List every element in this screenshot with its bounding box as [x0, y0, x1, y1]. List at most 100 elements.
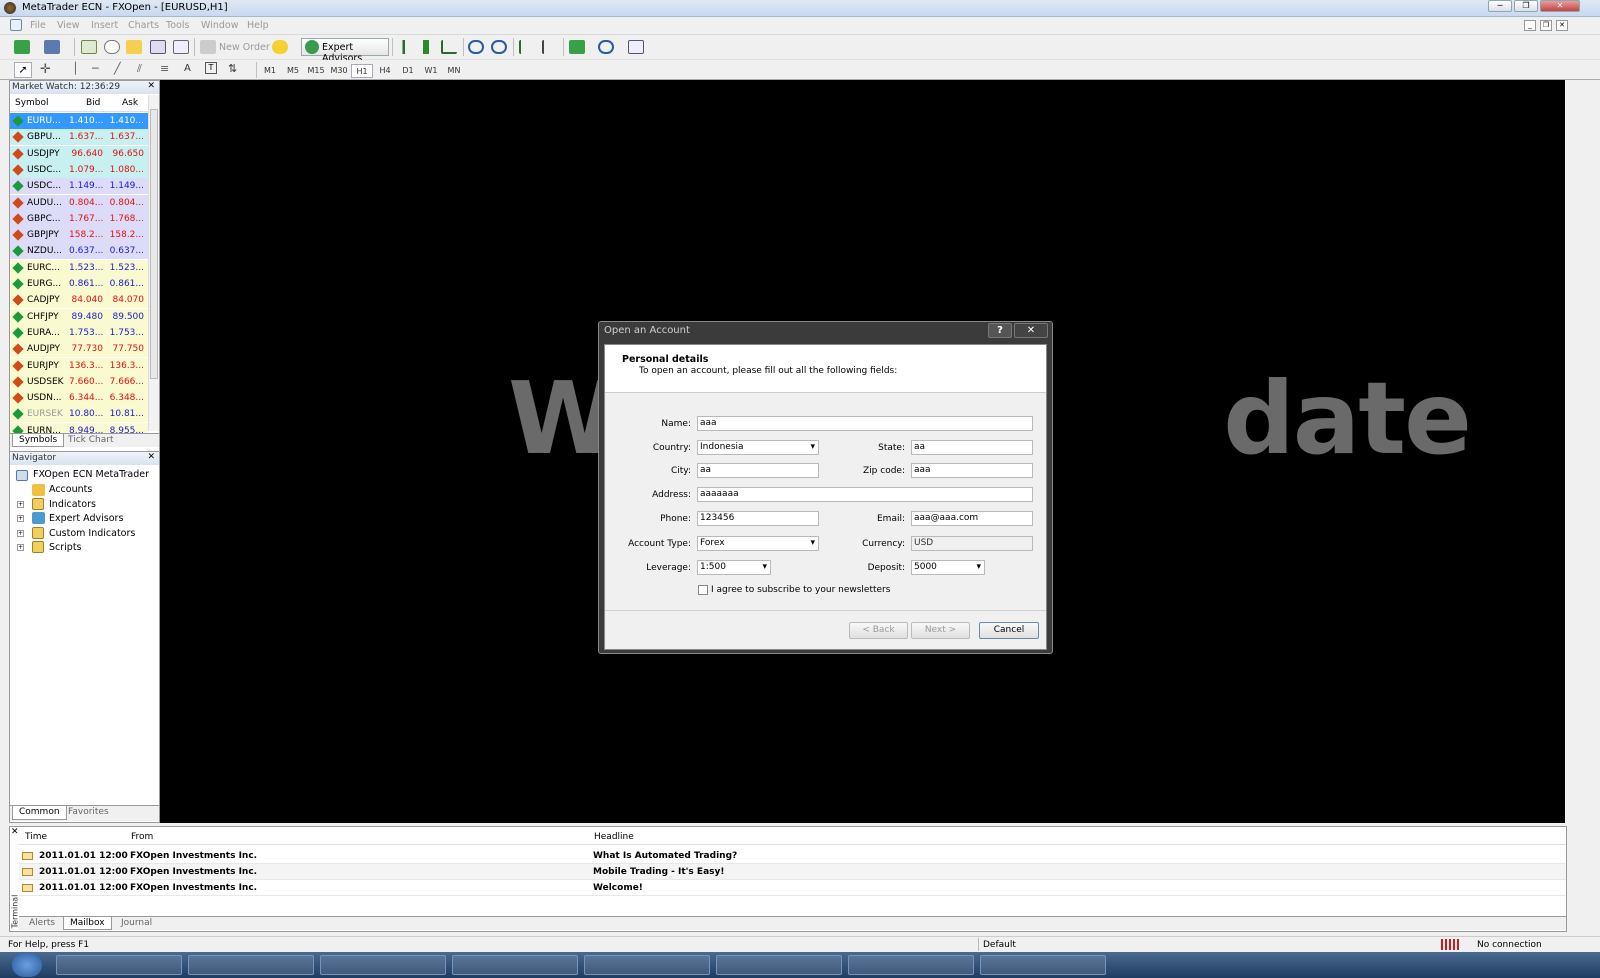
next-button[interactable]: Next > [911, 622, 970, 639]
strategy-tester-icon[interactable] [173, 40, 189, 54]
taskbar-button[interactable] [56, 955, 182, 975]
market-watch-icon[interactable] [81, 40, 97, 54]
mdi-minimize-button[interactable]: _ [1524, 20, 1536, 31]
market-watch-row[interactable]: EURU... 1.410... 1.410... [10, 113, 148, 129]
navigator-root[interactable]: FXOpen ECN MetaTrader [33, 469, 149, 480]
profiles-icon[interactable] [44, 40, 60, 54]
column-from[interactable]: From [131, 832, 153, 842]
name-field[interactable]: aaa [697, 416, 1033, 431]
menu-file[interactable]: File [30, 20, 46, 31]
zoom-in-icon[interactable] [468, 40, 484, 54]
market-watch-row[interactable]: EURC... 1.523... 1.523... [10, 259, 148, 276]
market-watch-row[interactable]: AUDU... 0.804... 0.804... [10, 194, 148, 211]
minimize-button[interactable]: ─ [1488, 0, 1512, 12]
indicators-icon[interactable] [569, 40, 585, 54]
taskbar-button[interactable] [320, 955, 446, 975]
trendline-icon[interactable]: ╱ [114, 62, 121, 75]
deposit-select[interactable]: 5000 [911, 560, 985, 575]
new-order-button[interactable]: New Order [219, 42, 270, 53]
tab-tick-chart[interactable]: Tick Chart [62, 434, 119, 447]
menu-window[interactable]: Window [201, 20, 238, 31]
new-chart-icon[interactable] [14, 40, 30, 54]
nav-expert-advisors[interactable]: Expert Advisors [49, 513, 123, 524]
templates-icon[interactable] [628, 40, 644, 54]
market-watch-row[interactable]: GBPC... 1.767... 1.768... [10, 210, 148, 227]
column-ask[interactable]: Ask [122, 98, 138, 108]
arrows-icon[interactable]: ⇅ [228, 62, 237, 75]
timeframe-h4[interactable]: H4 [374, 64, 396, 78]
timeframe-mn[interactable]: MN [443, 64, 465, 78]
expand-expert-advisors-icon[interactable]: + [17, 515, 24, 522]
city-field[interactable]: aa [697, 463, 819, 478]
tab-journal[interactable]: Journal [115, 917, 158, 930]
expand-scripts-icon[interactable]: + [17, 544, 24, 551]
timeframe-m30[interactable]: M30 [328, 64, 350, 78]
maximize-button[interactable]: ❐ [1514, 0, 1538, 12]
account-type-select[interactable]: Forex [697, 536, 819, 551]
market-watch-row[interactable]: CHFJPY 89.480 89.500 [10, 308, 148, 325]
market-watch-row[interactable]: EURJPY 136.3... 136.3... [10, 357, 148, 374]
market-watch-row[interactable]: GBPU... 1.637... 1.637... [10, 129, 148, 146]
email-field[interactable]: aaa@aaa.com [911, 511, 1033, 526]
market-watch-row[interactable]: EURA... 1.753... 1.753... [10, 324, 148, 341]
start-button[interactable] [12, 953, 42, 977]
tab-common[interactable]: Common [12, 806, 67, 820]
mailbox-row[interactable]: 2011.01.01 12:00 FXOpen Investments Inc. W… [19, 848, 1566, 864]
expand-custom-indicators-icon[interactable]: + [17, 530, 24, 537]
market-watch-row[interactable]: CADJPY 84.040 84.070 [10, 292, 148, 309]
timeframe-m15[interactable]: M15 [305, 64, 327, 78]
nav-indicators[interactable]: Indicators [49, 499, 96, 510]
expert-advisors-button[interactable]: Expert Advisors [301, 38, 389, 64]
mdi-restore-button[interactable]: ❐ [1540, 20, 1552, 31]
vertical-line-icon[interactable]: │ [72, 62, 79, 75]
expert-warning-icon[interactable] [272, 40, 288, 54]
text-label-icon[interactable]: T [205, 62, 217, 74]
nav-scripts[interactable]: Scripts [49, 542, 82, 553]
state-field[interactable]: aa [911, 440, 1033, 455]
market-watch-row[interactable]: EURSEK 10.80... 10.81... [10, 406, 148, 423]
column-symbol[interactable]: Symbol [15, 98, 49, 108]
zip-field[interactable]: aaa [911, 463, 1033, 478]
navigator-icon[interactable] [126, 40, 142, 54]
market-watch-row[interactable]: NZDU... 0.637... 0.637... [10, 243, 148, 260]
market-watch-row[interactable]: USDN... 6.344... 6.348... [10, 390, 148, 407]
tab-symbols[interactable]: Symbols [12, 434, 65, 447]
auto-scroll-icon[interactable] [519, 40, 535, 54]
taskbar-button[interactable] [584, 955, 710, 975]
bar-chart-icon[interactable] [396, 40, 412, 54]
expand-indicators-icon[interactable]: + [17, 501, 24, 508]
menu-tools[interactable]: Tools [166, 20, 189, 31]
market-watch-row[interactable]: USDJPY 96.640 96.650 [10, 145, 148, 162]
new-order-icon[interactable] [200, 40, 216, 54]
timeframe-h1[interactable]: H1 [351, 64, 373, 78]
market-watch-row[interactable]: USDC... 1.149... 1.149... [10, 178, 148, 195]
nav-custom-indicators[interactable]: Custom Indicators [49, 528, 135, 539]
close-market-watch-icon[interactable]: ✕ [147, 81, 155, 91]
market-watch-row[interactable]: USDC... 1.079... 1.080... [10, 161, 148, 178]
timeframe-w1[interactable]: W1 [420, 64, 442, 78]
close-terminal-icon[interactable]: ✕ [11, 827, 19, 837]
candlestick-icon[interactable] [418, 40, 434, 54]
menu-insert[interactable]: Insert [91, 20, 118, 31]
cursor-icon[interactable]: ➚ [14, 62, 32, 78]
data-window-icon[interactable] [104, 40, 120, 54]
newsletter-checkbox[interactable] [698, 585, 708, 595]
cancel-button[interactable]: Cancel [979, 622, 1039, 639]
taskbar-button[interactable] [848, 955, 974, 975]
channel-icon[interactable]: ⫽ [137, 62, 142, 76]
chart-shift-icon[interactable] [542, 40, 558, 54]
dialog-help-button[interactable]: ? [988, 323, 1012, 338]
periods-icon[interactable] [598, 40, 614, 54]
timeframe-d1[interactable]: D1 [397, 64, 419, 78]
column-time[interactable]: Time [25, 832, 47, 842]
address-field[interactable]: aaaaaaa [697, 487, 1033, 502]
crosshair-icon[interactable]: ✛ [40, 62, 51, 77]
market-watch-row[interactable]: GBPJPY 158.2... 158.2... [10, 227, 148, 244]
horizontal-line-icon[interactable]: ─ [92, 62, 99, 75]
back-button[interactable]: < Back [849, 622, 908, 639]
taskbar-button[interactable] [716, 955, 842, 975]
phone-field[interactable]: 123456 [697, 511, 819, 526]
taskbar-button[interactable] [452, 955, 578, 975]
market-watch-row[interactable]: AUDJPY 77.730 77.750 [10, 341, 148, 358]
column-bid[interactable]: Bid [86, 98, 100, 108]
